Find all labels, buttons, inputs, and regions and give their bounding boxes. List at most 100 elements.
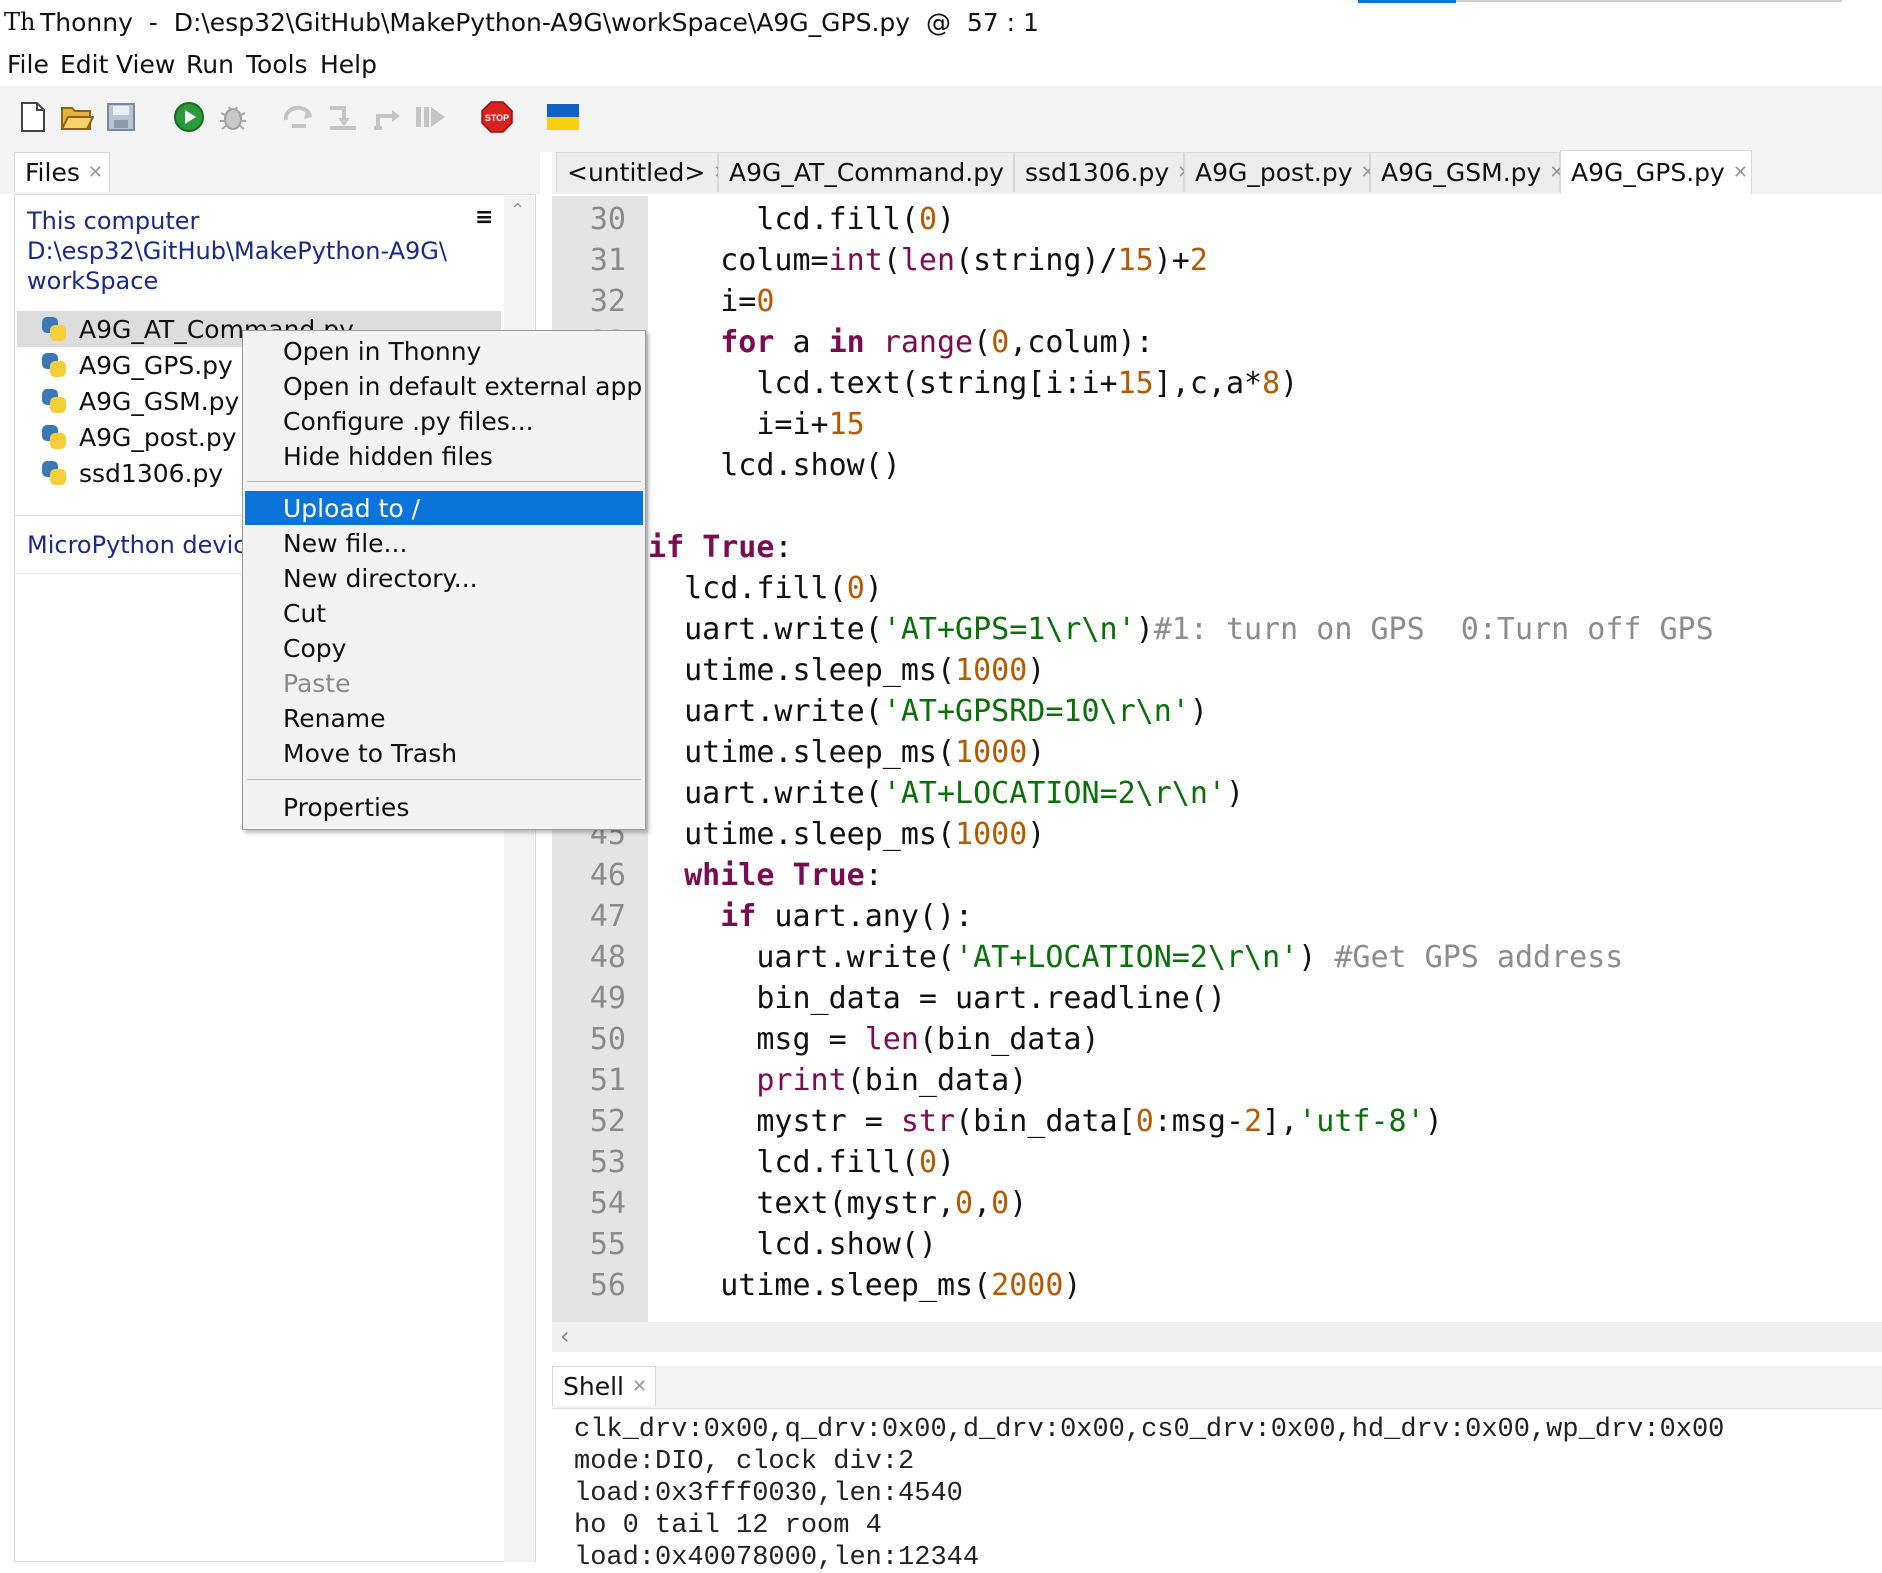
menu-item-open-external[interactable]: Open in default external app [245,369,643,403]
menu-item-upload[interactable]: Upload to / [245,491,643,525]
menu-item-open-in-thonny[interactable]: Open in Thonny [245,334,643,368]
title-divider-line [1456,0,1842,2]
code-line-38: if True: [648,530,793,565]
close-icon[interactable]: ✕ [1733,162,1748,183]
stop-icon[interactable]: STOP [480,100,514,134]
editor-horizontal-scrollbar[interactable]: ‹ [552,1322,1882,1352]
stop-label: STOP [485,113,509,123]
micropython-device-label[interactable]: MicroPython device [27,531,261,559]
file-name: A9G_GSM.py [79,386,240,416]
tab-files[interactable]: Files ✕ [14,152,110,192]
shell-tab-bar: Shell ✕ [552,1366,1882,1408]
this-computer-label[interactable]: This computer [27,207,199,235]
chevron-left-icon[interactable]: ‹ [560,1322,570,1350]
tab-label: A9G_GPS.py [1571,158,1725,187]
menu-item-cut[interactable]: Cut [245,596,643,630]
menu-item-rename[interactable]: Rename [245,701,643,735]
code-line-49: bin_data = uart.readline() [648,981,1226,1016]
new-file-icon[interactable] [16,100,50,134]
code-line-54: text(mystr,0,0) [648,1186,1028,1221]
title-bar: Th Thonny - D:\esp32\GitHub\MakePython-A… [0,0,1882,46]
code-editor[interactable]: lcd.fill(0) colum=int(len(string)/15)+2 … [648,196,1882,1322]
menu-item-move-to-trash[interactable]: Move to Trash [245,736,643,770]
tab-label: <untitled> [567,158,706,187]
code-line-32: i=0 [648,284,775,319]
tab-a9g-gsm[interactable]: A9G_GSM.py ✕ [1370,152,1564,192]
chevron-up-icon[interactable]: ⌃ [510,200,525,221]
menu-item-copy[interactable]: Copy [245,631,643,665]
shell-panel[interactable]: clk_drv:0x00,q_drv:0x00,d_drv:0x00,cs0_d… [552,1408,1882,1573]
menu-view[interactable]: View [116,50,175,79]
tab-label: A9G_AT_Command.py [729,158,1004,187]
debug-icon[interactable] [216,100,250,134]
menu-item-properties[interactable]: Properties [245,790,643,824]
files-menu-icon[interactable]: ≡ [475,205,493,230]
menu-item-hide-hidden[interactable]: Hide hidden files [245,439,643,473]
ukraine-flag-icon[interactable] [546,100,580,134]
run-icon[interactable] [172,100,206,134]
path-line-1[interactable]: D:\esp32\GitHub\MakePython-A9G\ [27,237,447,265]
close-icon[interactable]: ✕ [88,162,103,183]
step-out-icon[interactable] [372,100,406,134]
code-line-55: lcd.show() [648,1227,937,1262]
path-line-2[interactable]: workSpace [27,267,158,295]
code-line-36: lcd.show() [648,448,901,483]
python-file-icon [39,386,69,416]
line-number: 31 [589,243,626,278]
toolbar: STOP [0,86,1882,152]
menu-bar: File Edit View Run Tools Help [0,46,1882,86]
line-number: 30 [589,202,626,237]
code-line-34: lcd.text(string[i:i+15],c,a*8) [648,366,1299,401]
code-line-53: lcd.fill(0) [648,1145,956,1180]
shell-line: mode:DIO, clock div:2 [574,1447,915,1477]
step-into-icon[interactable] [326,100,360,134]
line-number: 48 [589,940,626,975]
code-line-46: while True: [684,858,883,893]
menu-tools[interactable]: Tools [246,50,308,79]
shell-line: load:0x40078000,len:12344 [574,1543,980,1573]
python-file-icon [39,458,69,488]
step-over-icon[interactable] [282,100,316,134]
menu-item-new-directory[interactable]: New directory... [245,561,643,595]
tab-shell[interactable]: Shell ✕ [552,1366,656,1406]
code-line-51: print(bin_data) [756,1063,1028,1098]
file-context-menu: Open in Thonny Open in default external … [242,330,646,830]
menu-item-configure-py[interactable]: Configure .py files... [245,404,643,438]
code-line-35: i=i+15 [648,407,865,442]
files-tab-bar: Files ✕ [0,152,540,194]
code-line-50: msg = len(bin_data) [648,1022,1100,1057]
line-number: 32 [589,284,626,319]
tab-ssd1306[interactable]: ssd1306.py✕ [1014,152,1192,192]
resume-icon[interactable] [414,100,448,134]
tab-files-label: Files [25,158,80,187]
code-line-33: for a in range(0,colum): [720,325,1154,360]
tab-label: A9G_GSM.py [1381,158,1542,187]
tab-a9g-gps[interactable]: A9G_GPS.py ✕ [1560,150,1752,194]
close-icon[interactable]: ✕ [632,1376,647,1397]
menu-help[interactable]: Help [320,50,377,79]
menu-separator [247,481,641,482]
file-name: A9G_GPS.py [79,350,233,380]
menu-run[interactable]: Run [186,50,234,79]
line-number: 50 [589,1022,626,1057]
menu-item-new-file[interactable]: New file... [245,526,643,560]
menu-edit[interactable]: Edit [60,50,108,79]
tab-label: ssd1306.py [1025,158,1170,187]
file-name: ssd1306.py [79,458,224,488]
code-line-39: lcd.fill(0) [648,571,883,606]
tab-a9g-at-command[interactable]: A9G_AT_Command.py✕ [718,152,1027,192]
open-folder-icon[interactable] [60,100,94,134]
save-icon[interactable] [104,100,138,134]
code-line-52: mystr = str(bin_data[0:msg-2],'utf-8') [648,1104,1443,1139]
window-title: Thonny - D:\esp32\GitHub\MakePython-A9G\… [40,8,1039,37]
shell-line: clk_drv:0x00,q_drv:0x00,d_drv:0x00,cs0_d… [574,1415,1725,1445]
line-number: 53 [589,1145,626,1180]
menu-item-paste: Paste [283,668,351,698]
editor-tab-bar: <untitled>✕ A9G_AT_Command.py✕ ssd1306.p… [552,150,1882,194]
tab-a9g-post[interactable]: A9G_post.py ✕ [1184,152,1376,192]
menu-file[interactable]: File [7,50,49,79]
python-file-icon [39,314,69,344]
line-number: 46 [589,858,626,893]
tab-untitled[interactable]: <untitled>✕ [556,152,728,192]
file-name: A9G_post.py [79,422,237,452]
